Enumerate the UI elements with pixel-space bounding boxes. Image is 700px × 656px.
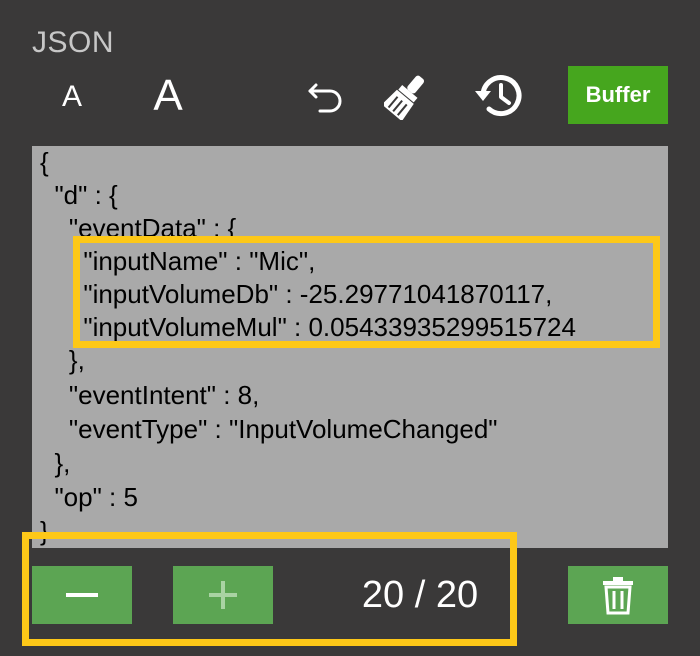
minus-icon — [66, 593, 98, 597]
json-editor[interactable]: { "d" : { "eventData" : { "inputName" : … — [32, 146, 668, 548]
buffer-label: Buffer — [585, 82, 651, 107]
code-line: }, — [40, 345, 85, 375]
plus-icon — [209, 581, 237, 609]
json-title: JSON — [32, 26, 115, 59]
undo-button[interactable] — [300, 72, 352, 122]
format-brush-button[interactable] — [380, 68, 432, 124]
code-line: } — [40, 516, 49, 546]
buffer-button[interactable]: Buffer — [568, 66, 668, 124]
code-line: "inputVolumeMul" : 0.05433935299515724 — [40, 312, 576, 342]
trash-icon — [603, 577, 633, 615]
message-counter: 20 / 20 — [361, 573, 479, 616]
code-line: "op" : 5 — [40, 482, 138, 512]
history-icon — [475, 75, 522, 117]
delete-button[interactable] — [568, 566, 668, 624]
decrease-font-button[interactable]: A — [52, 72, 92, 122]
increase-font-button[interactable]: A — [144, 66, 192, 126]
next-button[interactable] — [173, 566, 273, 624]
font-large-label: A — [153, 71, 183, 120]
code-line: "inputName" : "Mic", — [40, 246, 316, 276]
code-line: "eventType" : "InputVolumeChanged" — [40, 414, 498, 444]
code-line: "eventIntent" : 8, — [40, 380, 260, 410]
undo-icon — [308, 83, 342, 113]
code-line: "inputVolumeDb" : -25.29771041870117, — [40, 279, 553, 309]
code-line: "eventData" : { — [40, 213, 237, 243]
code-line: }, — [40, 448, 71, 478]
previous-button[interactable] — [32, 566, 132, 624]
code-line: "d" : { — [40, 180, 118, 210]
font-small-label: A — [61, 80, 82, 113]
code-line: { — [40, 147, 49, 177]
brush-icon — [384, 75, 425, 120]
history-button[interactable] — [468, 68, 528, 124]
